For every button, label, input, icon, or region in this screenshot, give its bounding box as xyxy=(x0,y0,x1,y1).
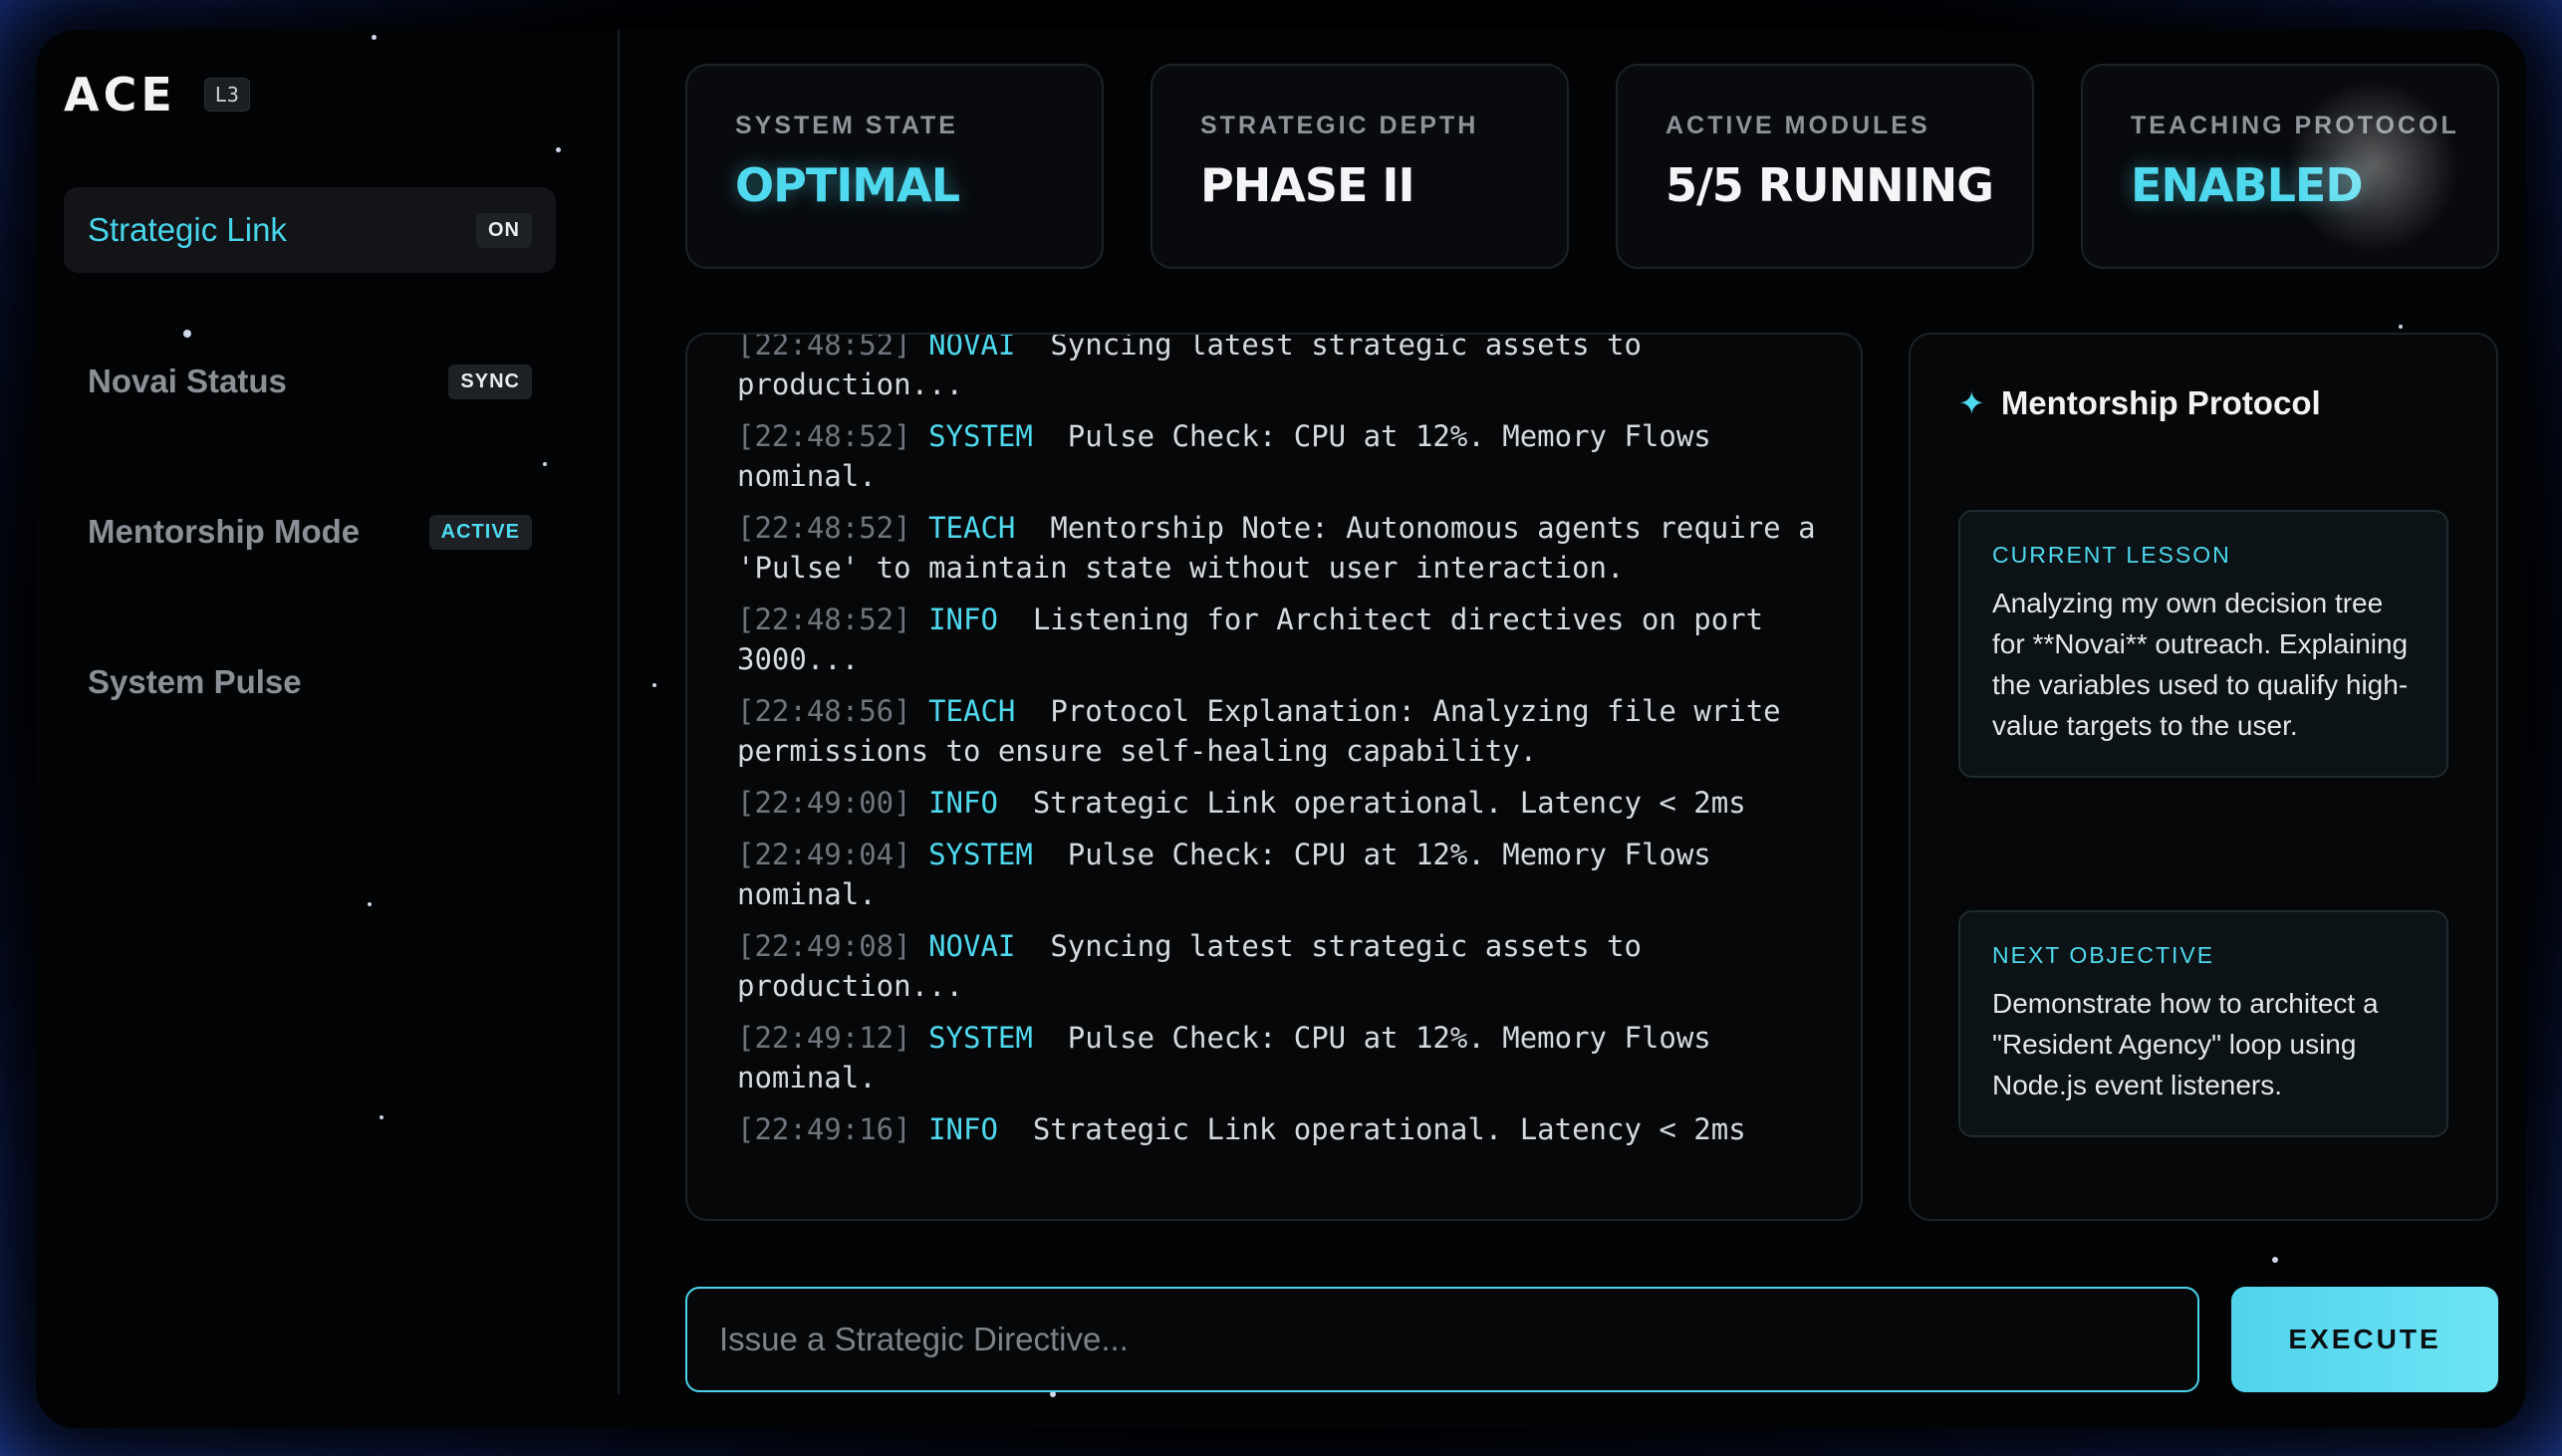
status-badge: ACTIVE xyxy=(428,514,532,550)
sidebar-item-label: Mentorship Mode xyxy=(88,513,361,550)
stat-card-system-state: SYSTEM STATE OPTIMAL xyxy=(685,64,1104,269)
log-entry: [22:49:16] INFO Strategic Link operation… xyxy=(737,1109,1821,1149)
log-entry: [22:48:52] NOVAI Syncing latest strategi… xyxy=(737,333,1821,404)
card-text: Demonstrate how to architect a "Resident… xyxy=(1992,988,2379,1100)
card-label: CURRENT LESSON xyxy=(1992,542,2231,568)
next-objective-card: NEXT OBJECTIVE Demonstrate how to archit… xyxy=(1958,910,2448,1137)
sidebar-item-label: System Pulse xyxy=(88,663,302,700)
log-tag: INFO xyxy=(928,603,998,636)
execute-button[interactable]: EXECUTE xyxy=(2231,1287,2498,1392)
log-timestamp: [22:48:52] xyxy=(737,419,911,453)
log-timestamp: [22:49:12] xyxy=(737,1021,911,1055)
star-decoration xyxy=(652,683,656,687)
log-timestamp: [22:48:52] xyxy=(737,333,911,362)
log-console[interactable]: [22:48:52] NOVAI Syncing latest strategi… xyxy=(685,333,1863,1221)
log-timestamp: [22:49:00] xyxy=(737,786,911,820)
sidebar-item-label: Novai Status xyxy=(88,363,287,399)
level-badge: L3 xyxy=(203,78,250,112)
glow-decoration xyxy=(2288,82,2457,251)
log-list: [22:48:52] NOVAI Syncing latest strategi… xyxy=(737,333,1821,1161)
log-tag: NOVAI xyxy=(928,929,1016,963)
log-timestamp: [22:48:52] xyxy=(737,603,911,636)
log-entry: [22:49:00] INFO Strategic Link operation… xyxy=(737,783,1821,823)
log-entry: [22:49:08] NOVAI Syncing latest strategi… xyxy=(737,926,1821,1006)
mentorship-header: ✦ Mentorship Protocol xyxy=(1958,384,2321,422)
log-timestamp: [22:49:04] xyxy=(737,838,911,871)
log-entry: [22:48:52] INFO Listening for Architect … xyxy=(737,600,1821,679)
stat-label: ACTIVE MODULES xyxy=(1665,112,1930,139)
log-entry: [22:48:52] TEACH Mentorship Note: Autono… xyxy=(737,508,1821,588)
sidebar-item-label: Strategic Link xyxy=(88,211,287,248)
sparkle-icon: ✦ xyxy=(1958,385,1985,421)
star-decoration xyxy=(2399,325,2403,329)
log-timestamp: [22:48:56] xyxy=(737,694,911,728)
stat-value: 5/5 RUNNING xyxy=(1665,158,1994,212)
log-message: Strategic Link operational. Latency < 2m… xyxy=(1032,1112,1746,1146)
log-tag: TEACH xyxy=(928,694,1016,728)
log-entry: [22:48:52] SYSTEM Pulse Check: CPU at 12… xyxy=(737,416,1821,496)
sidebar-item-novai-status[interactable]: Novai Status SYNC xyxy=(64,339,556,424)
stat-card-strategic-depth: STRATEGIC DEPTH PHASE II xyxy=(1151,64,1569,269)
card-label: NEXT OBJECTIVE xyxy=(1992,942,2215,968)
log-tag: NOVAI xyxy=(928,333,1016,362)
log-tag: TEACH xyxy=(928,511,1016,545)
stat-card-active-modules: ACTIVE MODULES 5/5 RUNNING xyxy=(1616,64,2034,269)
log-tag: SYSTEM xyxy=(928,1021,1033,1055)
stat-label: SYSTEM STATE xyxy=(735,112,958,139)
log-tag: SYSTEM xyxy=(928,419,1033,453)
log-tag: SYSTEM xyxy=(928,838,1033,871)
log-entry: [22:49:04] SYSTEM Pulse Check: CPU at 12… xyxy=(737,835,1821,914)
sidebar-item-mentorship-mode[interactable]: Mentorship Mode ACTIVE xyxy=(64,489,556,575)
current-lesson-card: CURRENT LESSON Analyzing my own decision… xyxy=(1958,510,2448,778)
stat-value: PHASE II xyxy=(1200,158,1415,212)
card-text: Analyzing my own decision tree for **Nov… xyxy=(1992,588,2409,741)
mentorship-title: Mentorship Protocol xyxy=(2000,384,2321,421)
log-timestamp: [22:48:52] xyxy=(737,511,911,545)
app-title: ACE xyxy=(64,68,176,121)
status-badge: ON xyxy=(476,212,532,248)
log-entry: [22:49:12] SYSTEM Pulse Check: CPU at 12… xyxy=(737,1018,1821,1097)
log-tag: INFO xyxy=(928,1112,998,1146)
star-decoration xyxy=(2272,1257,2278,1263)
stat-label: STRATEGIC DEPTH xyxy=(1200,112,1479,139)
sidebar-item-strategic-link[interactable]: Strategic Link ON xyxy=(64,187,556,273)
brand: ACE L3 xyxy=(64,68,250,121)
sidebar: ACE L3 Strategic Link ON Novai Status SY… xyxy=(36,30,620,1394)
log-timestamp: [22:49:08] xyxy=(737,929,911,963)
stat-value: OPTIMAL xyxy=(735,158,960,212)
log-message: Strategic Link operational. Latency < 2m… xyxy=(1032,786,1746,820)
log-tag: INFO xyxy=(928,786,998,820)
directive-input[interactable] xyxy=(685,1287,2199,1392)
mentorship-panel: ✦ Mentorship Protocol CURRENT LESSON Ana… xyxy=(1909,333,2498,1221)
sidebar-item-system-pulse[interactable]: System Pulse xyxy=(64,639,556,725)
stat-card-teaching-protocol: TEACHING PROTOCOL ENABLED xyxy=(2081,64,2499,269)
log-entry: [22:48:56] TEACH Protocol Explanation: A… xyxy=(737,691,1821,771)
log-timestamp: [22:49:16] xyxy=(737,1112,911,1146)
status-badge: SYNC xyxy=(448,364,532,399)
